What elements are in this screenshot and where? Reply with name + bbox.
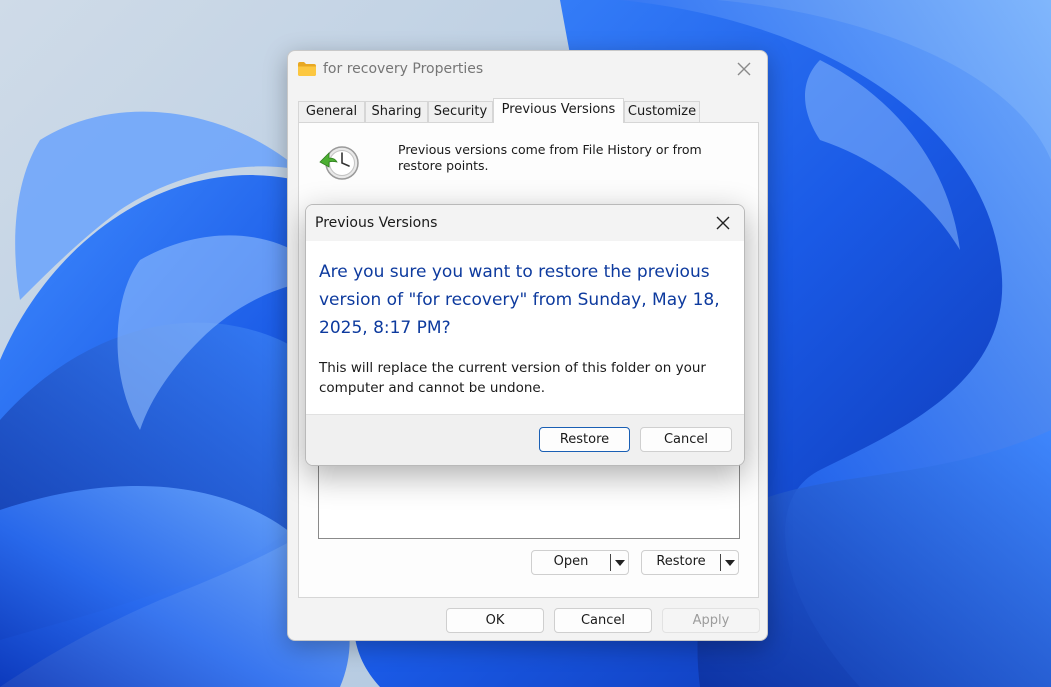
title-bar[interactable]: for recovery Properties bbox=[288, 51, 767, 89]
versions-list[interactable] bbox=[318, 463, 740, 539]
previous-versions-info: Previous versions come from File History… bbox=[398, 142, 702, 173]
ok-button[interactable]: OK bbox=[446, 608, 544, 633]
dialog-cancel-button[interactable]: Cancel bbox=[640, 427, 732, 452]
apply-button[interactable]: Apply bbox=[662, 608, 760, 633]
dialog-title-bar[interactable]: Previous Versions bbox=[306, 205, 744, 241]
restore-clock-icon bbox=[319, 146, 359, 180]
dialog-footer: Restore Cancel bbox=[306, 414, 744, 465]
tab-general[interactable]: General bbox=[298, 101, 365, 122]
dialog-heading: Are you sure you want to restore the pre… bbox=[319, 262, 720, 338]
open-split-button[interactable]: Open bbox=[531, 550, 629, 575]
tab-previous-versions[interactable]: Previous Versions bbox=[493, 98, 624, 123]
chevron-down-icon[interactable] bbox=[615, 560, 625, 566]
chevron-down-icon[interactable] bbox=[725, 560, 735, 566]
split-separator bbox=[610, 554, 611, 571]
dialog-title: Previous Versions bbox=[315, 215, 438, 231]
dialog-close-button[interactable] bbox=[712, 212, 734, 234]
tab-sharing[interactable]: Sharing bbox=[365, 101, 428, 122]
confirm-restore-button[interactable]: Restore bbox=[539, 427, 630, 452]
restore-button-label: Restore bbox=[656, 554, 706, 569]
close-button[interactable] bbox=[733, 58, 755, 80]
tab-security[interactable]: Security bbox=[428, 101, 493, 122]
restore-split-button[interactable]: Restore bbox=[641, 550, 739, 575]
tab-customize[interactable]: Customize bbox=[624, 101, 700, 122]
close-icon bbox=[737, 62, 751, 76]
confirm-restore-dialog: Previous Versions Are you sure you want … bbox=[305, 204, 745, 466]
dialog-message: This will replace the current version of… bbox=[319, 360, 706, 396]
window-title: for recovery Properties bbox=[323, 61, 484, 77]
cancel-button[interactable]: Cancel bbox=[554, 608, 652, 633]
folder-icon bbox=[298, 62, 316, 76]
open-button-label: Open bbox=[553, 554, 589, 569]
split-separator bbox=[720, 554, 721, 571]
close-icon bbox=[716, 216, 730, 230]
